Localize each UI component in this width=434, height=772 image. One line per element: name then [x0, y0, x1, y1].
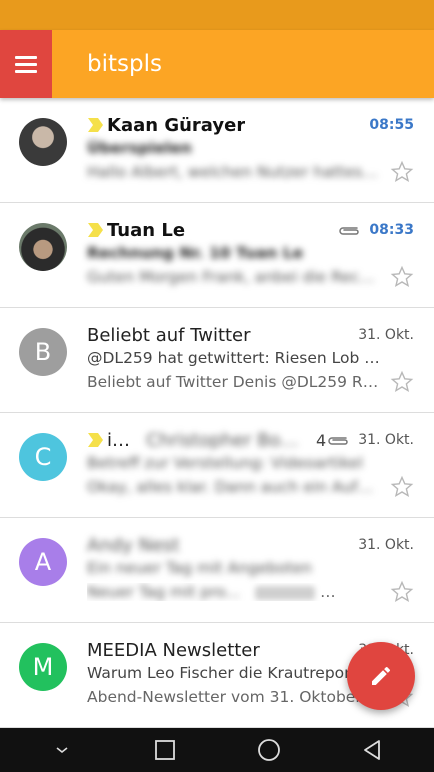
star-outline-icon[interactable] — [390, 370, 414, 394]
avatar[interactable] — [19, 223, 67, 271]
mail-list[interactable]: Kaan Gürayer 08:55 Überspielen Hallo Alb… — [0, 98, 434, 728]
list-item[interactable]: A Andy Nest 31. Okt. Ein neuer Tag mit A… — [0, 518, 434, 623]
star-outline-icon[interactable] — [390, 160, 414, 184]
avatar-letter: A — [34, 548, 52, 576]
list-item[interactable]: Kaan Gürayer 08:55 Überspielen Hallo Alb… — [0, 98, 434, 203]
avatar[interactable]: B — [19, 328, 67, 376]
importance-marker-icon[interactable] — [87, 222, 104, 238]
paperclip-icon — [339, 227, 360, 235]
star-outline-icon[interactable] — [390, 265, 414, 289]
avatar-letter: C — [34, 443, 52, 471]
sender-name-blurred: Christopher Bobel — [146, 429, 305, 451]
avatar-letter: B — [34, 338, 52, 366]
paperclip-icon — [328, 437, 348, 445]
star-outline-icon[interactable] — [390, 475, 414, 499]
redacted-block — [326, 585, 382, 600]
pencil-icon — [372, 666, 391, 685]
sender-name: Beliebt auf Twitter — [87, 324, 251, 346]
star-outline-icon[interactable] — [390, 580, 414, 604]
redacted-block — [255, 585, 316, 600]
email-subject: @DL259 hat getwittert: Riesen Lob an ... — [87, 349, 382, 367]
app-bar: bitspls — [0, 30, 434, 98]
list-item[interactable]: C ich, Christopher Bobel 4 31. Okt. Betr… — [0, 413, 434, 518]
email-subject: Warum Leo Fischer die Krautreporter ... — [87, 664, 382, 682]
avatar[interactable]: A — [19, 538, 67, 586]
chevron-down-icon[interactable] — [40, 728, 84, 772]
email-subject: Betreff zur Verstellung: Videoartikel — [87, 454, 363, 472]
back-icon[interactable] — [350, 728, 394, 772]
system-nav-bar — [0, 728, 434, 772]
email-preview: Okay, alles klar. Dann auch ein Aufnehme… — [87, 478, 382, 496]
email-preview: Hallo Albert, welchen Nutzer hattest du … — [87, 163, 382, 181]
email-date: 31. Okt. — [358, 432, 414, 448]
email-preview: Abend-Newsletter vom 31. Oktober 2014 — [87, 688, 382, 706]
thread-count: 4 — [316, 430, 327, 450]
sender-name: MEEDIA Newsletter — [87, 639, 260, 661]
sender-name: Tuan Le — [107, 219, 186, 241]
sender-name: Kaan Gürayer — [107, 114, 246, 136]
app-title: bitspls — [87, 51, 162, 77]
avatar[interactable]: M — [19, 643, 67, 691]
avatar[interactable] — [19, 118, 67, 166]
home-icon[interactable] — [247, 728, 291, 772]
email-date: 31. Okt. — [358, 537, 414, 553]
hamburger-icon[interactable] — [0, 30, 52, 98]
list-item[interactable]: Tuan Le 08:33 Rechnung Nr. 10 Tuan Le Gu… — [0, 203, 434, 308]
compose-button[interactable] — [347, 642, 415, 710]
email-date: 08:33 — [369, 222, 414, 238]
recent-apps-icon[interactable] — [143, 728, 187, 772]
importance-marker-icon[interactable] — [87, 432, 104, 448]
sender-name: ich, — [107, 429, 139, 451]
email-preview: Neuer Tag mit pro... — [87, 583, 241, 601]
avatar-letter: M — [32, 653, 54, 681]
email-subject: Rechnung Nr. 10 Tuan Le — [87, 244, 304, 262]
email-preview: Guten Morgen Frank, anbei die Rechnung..… — [87, 268, 382, 286]
list-item[interactable]: B Beliebt auf Twitter 31. Okt. @DL259 ha… — [0, 308, 434, 413]
sender-name: Andy Nest — [87, 534, 180, 556]
email-preview: Beliebt auf Twitter Denis @DL259 Riesen … — [87, 373, 382, 391]
email-subject: Überspielen — [87, 139, 192, 157]
email-date: 31. Okt. — [358, 327, 414, 343]
email-date: 08:55 — [369, 117, 414, 133]
avatar[interactable]: C — [19, 433, 67, 481]
status-bar — [0, 0, 434, 30]
email-subject: Ein neuer Tag mit Angeboten — [87, 559, 313, 577]
importance-marker-icon[interactable] — [87, 117, 104, 133]
